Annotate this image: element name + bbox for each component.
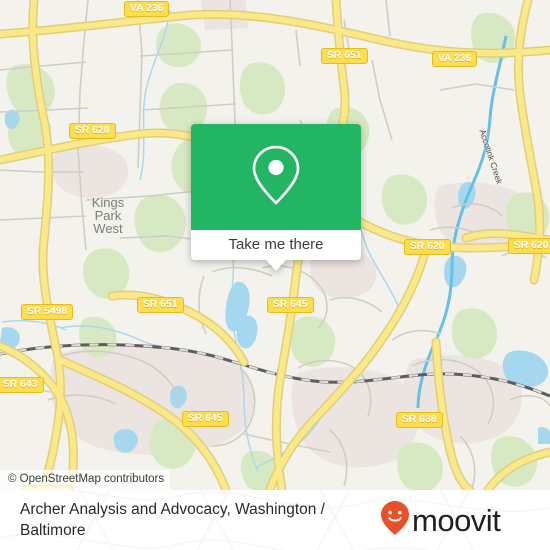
moovit-smiley-pin-icon — [380, 500, 410, 541]
road-shield: SR 643 — [0, 377, 44, 393]
road-shield: SR 651 — [137, 297, 184, 313]
osm-attribution[interactable]: © OpenStreetMap contributors — [0, 470, 171, 490]
road-shield: SR 5498 — [21, 304, 74, 320]
footer-bar: Archer Analysis and Advocacy, Washington… — [0, 490, 550, 550]
road-shield: SR 651 — [321, 48, 368, 64]
footer-content: Archer Analysis and Advocacy, Washington… — [0, 490, 550, 550]
road-shield: SR 620 — [69, 123, 116, 139]
road-shield: VA 236 — [124, 1, 170, 17]
moovit-logo[interactable]: moovit — [380, 500, 501, 541]
moovit-map-screenshot: Kings Park West Accotink Creek VA 236 SR… — [0, 0, 550, 550]
callout-icon-area — [191, 124, 361, 230]
road-shield: VA 236 — [432, 51, 478, 67]
road-shield: SR 638 — [396, 412, 443, 428]
venue-title: Archer Analysis and Advocacy, Washington… — [20, 501, 325, 539]
road-shield: SR 645 — [267, 297, 314, 313]
road-shield: SR 645 — [182, 411, 229, 427]
callout-action-area[interactable]: Take me there — [191, 230, 361, 271]
road-shield: SR 620 — [404, 239, 451, 255]
road-shield: SR 620 — [508, 238, 550, 254]
callout-pointer-tail — [265, 259, 287, 271]
take-me-there-label: Take me there — [228, 236, 324, 253]
location-pin-icon — [248, 143, 304, 212]
place-label-kings-park-west: Kings Park West — [91, 195, 125, 236]
location-callout-card[interactable]: Take me there — [191, 124, 361, 271]
moovit-wordmark: moovit — [412, 502, 501, 538]
